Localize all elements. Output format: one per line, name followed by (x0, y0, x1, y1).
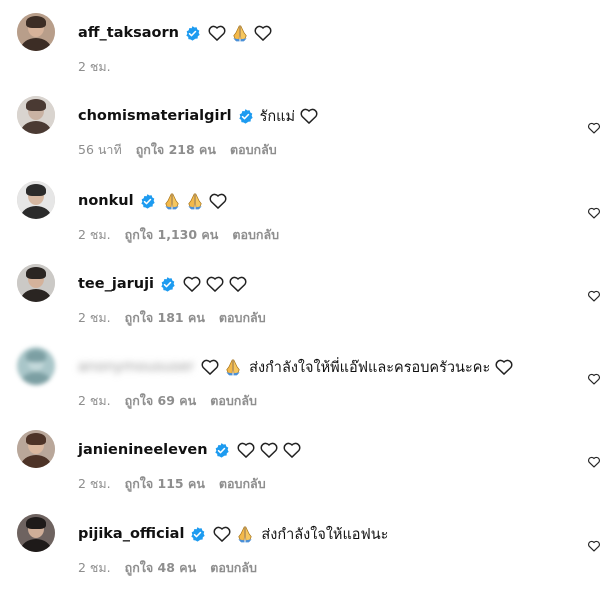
avatar[interactable] (17, 347, 55, 385)
comment-body: chomismaterialgirl รักแม่ (78, 103, 322, 129)
like-icon[interactable] (587, 454, 601, 468)
comment-timestamp[interactable]: 2 ชม. (78, 391, 111, 411)
like-icon[interactable] (587, 205, 601, 219)
white-heart-icon (259, 440, 279, 460)
comment-timestamp[interactable]: 2 ชม. (78, 57, 111, 77)
comment-body: pijika_official ส่งกำลังใจให้แอฟนะ (78, 521, 392, 547)
comment-body: nonkul (78, 188, 231, 214)
folded-hands-icon (230, 23, 250, 43)
comment-item: janienineeleven 2 ชม. ถูกใจ 115 คน ตอบกลับ (0, 430, 612, 510)
username-link[interactable]: chomismaterialgirl (78, 108, 232, 124)
username-link[interactable]: janienineeleven (78, 442, 208, 458)
comment-meta: 2 ชม. ถูกใจ 181 คน ตอบกลับ (78, 308, 266, 328)
likes-count-link[interactable]: ถูกใจ 1,130 คน (125, 225, 219, 245)
comment-meta: 2 ชม. ถูกใจ 115 คน ตอบกลับ (78, 474, 266, 494)
reply-button[interactable]: ตอบกลับ (219, 308, 266, 328)
folded-hands-icon (223, 357, 243, 377)
comment-text: ส่งกำลังใจให้แอฟนะ (212, 523, 392, 546)
comment-timestamp[interactable]: 2 ชม. (78, 474, 111, 494)
comment-item: anonymoususer ส่งกำลังใจให้พี่แอ๊ฟและครอบ… (0, 347, 612, 427)
comment-body: janienineeleven (78, 437, 305, 463)
comment-item: chomismaterialgirl รักแม่ 56 นาที ถูกใจ 218… (0, 96, 612, 176)
like-icon[interactable] (587, 371, 601, 385)
comment-timestamp[interactable]: 2 ชม. (78, 225, 111, 245)
comment-text (182, 274, 251, 294)
folded-hands-icon (185, 191, 205, 211)
white-heart-icon (494, 357, 514, 377)
likes-count-link[interactable]: ถูกใจ 69 คน (125, 391, 197, 411)
white-heart-icon (207, 23, 227, 43)
reply-button[interactable]: ตอบกลับ (210, 558, 257, 578)
comment-text-content: ส่งกำลังใจให้พี่แอ๊ฟและครอบครัวนะคะ (249, 359, 491, 376)
comment-body: aff_taksaorn (78, 20, 276, 46)
likes-count-link[interactable]: ถูกใจ 115 คน (125, 474, 205, 494)
avatar[interactable] (17, 264, 55, 302)
white-heart-icon (212, 524, 232, 544)
white-heart-icon (282, 440, 302, 460)
comment-timestamp[interactable]: 2 ชม. (78, 308, 111, 328)
avatar[interactable] (17, 514, 55, 552)
comment-meta: 2 ชม. (78, 57, 111, 77)
comment-body: tee_jaruji (78, 271, 251, 297)
username-link[interactable]: tee_jaruji (78, 276, 154, 292)
comment-text-content: ส่งกำลังใจให้แอฟนะ (261, 526, 389, 543)
likes-count-link[interactable]: ถูกใจ 48 คน (125, 558, 197, 578)
comment-list: aff_taksaorn 2 ชม. chomismaterialgirl รักแม… (0, 0, 612, 576)
like-icon[interactable] (587, 538, 601, 552)
verified-icon (189, 526, 206, 543)
white-heart-icon (182, 274, 202, 294)
verified-icon (184, 25, 201, 42)
likes-count-link[interactable]: ถูกใจ 218 คน (136, 140, 216, 160)
comment-meta: 2 ชม. ถูกใจ 1,130 คน ตอบกลับ (78, 225, 279, 245)
comment-item: pijika_official ส่งกำลังใจให้แอฟนะ 2 ชม. ถู… (0, 514, 612, 594)
verified-icon (159, 276, 176, 293)
comment-item: aff_taksaorn 2 ชม. (0, 13, 612, 93)
comment-text: รักแม่ (260, 105, 322, 128)
white-heart-icon (205, 274, 225, 294)
verified-icon (237, 108, 254, 125)
avatar[interactable] (17, 181, 55, 219)
comment-item: nonkul 2 ชม. ถูกใจ 1,130 คน ตอบกลับ (0, 181, 612, 261)
white-heart-icon (228, 274, 248, 294)
likes-count-link[interactable]: ถูกใจ 181 คน (125, 308, 205, 328)
verified-icon (213, 442, 230, 459)
like-icon[interactable] (587, 120, 601, 134)
comment-text (162, 191, 231, 211)
white-heart-icon (200, 357, 220, 377)
avatar[interactable] (17, 430, 55, 468)
comment-text (236, 440, 305, 460)
folded-hands-icon (235, 524, 255, 544)
username-link[interactable]: nonkul (78, 193, 134, 209)
username-link[interactable]: pijika_official (78, 526, 184, 542)
folded-hands-icon (162, 191, 182, 211)
white-heart-icon (236, 440, 256, 460)
comment-timestamp[interactable]: 2 ชม. (78, 558, 111, 578)
reply-button[interactable]: ตอบกลับ (219, 474, 266, 494)
white-heart-icon (299, 106, 319, 126)
avatar[interactable] (17, 13, 55, 51)
comment-text-content: รักแม่ (259, 108, 296, 125)
username-link[interactable]: anonymoususer (78, 359, 194, 375)
avatar[interactable] (17, 96, 55, 134)
reply-button[interactable]: ตอบกลับ (230, 140, 277, 160)
comment-body: anonymoususer ส่งกำลังใจให้พี่แอ๊ฟและครอบ… (78, 354, 517, 380)
comment-meta: 56 นาที ถูกใจ 218 คน ตอบกลับ (78, 140, 277, 160)
white-heart-icon (208, 191, 228, 211)
comment-text (207, 23, 276, 43)
comment-item: tee_jaruji 2 ชม. ถูกใจ 181 คน ตอบกลับ (0, 264, 612, 344)
comment-meta: 2 ชม. ถูกใจ 48 คน ตอบกลับ (78, 558, 257, 578)
comment-timestamp[interactable]: 56 นาที (78, 140, 122, 160)
verified-icon (139, 193, 156, 210)
username-link[interactable]: aff_taksaorn (78, 25, 179, 41)
comment-text: ส่งกำลังใจให้พี่แอ๊ฟและครอบครัวนะคะ (200, 356, 517, 379)
comment-meta: 2 ชม. ถูกใจ 69 คน ตอบกลับ (78, 391, 257, 411)
like-icon[interactable] (587, 288, 601, 302)
white-heart-icon (253, 23, 273, 43)
reply-button[interactable]: ตอบกลับ (210, 391, 257, 411)
reply-button[interactable]: ตอบกลับ (232, 225, 279, 245)
